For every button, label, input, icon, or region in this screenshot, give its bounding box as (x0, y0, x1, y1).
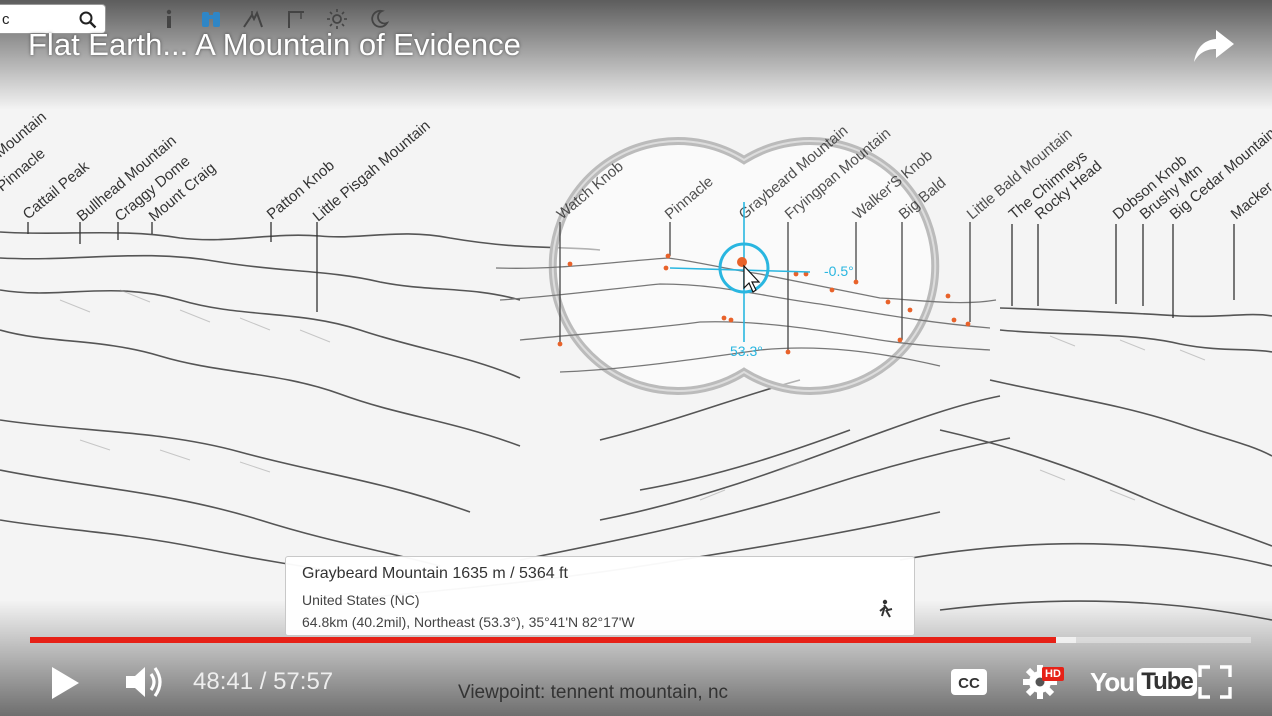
binocular-lens[interactable]: Watch Knob Pinnacle Graybeard Mountain F… (495, 122, 1075, 395)
time-display: 48:41 / 57:57 (193, 668, 333, 696)
time-separator: / (259, 668, 267, 695)
target-marker (737, 257, 747, 267)
fullscreen-icon (1198, 665, 1232, 699)
viewpoint-caption: Viewpoint: tennent mountain, nc (458, 682, 729, 703)
elevation-angle-readout: -0.5° (824, 263, 854, 279)
share-button[interactable] (1190, 24, 1238, 68)
progress-bar[interactable] (30, 637, 1251, 643)
hiker-icon[interactable] (876, 599, 896, 625)
peak-info-card[interactable]: Graybeard Mountain 1635 m / 5364 ft Unit… (285, 556, 915, 636)
azimuth-readout: 53.3° (730, 343, 763, 359)
share-arrow-icon (1194, 30, 1234, 62)
volume-button[interactable] (124, 662, 166, 707)
play-button[interactable] (48, 664, 82, 707)
hd-badge: HD (1042, 667, 1064, 681)
logo-tube: Tube (1137, 668, 1197, 696)
logo-you: You (1090, 666, 1135, 697)
peak-label: Macker (1228, 178, 1272, 223)
captions-button[interactable]: CC (950, 668, 988, 701)
video-player[interactable]: Mountain Pinnacle Cattail Peak Bullhead … (0, 0, 1272, 716)
peak-name: Graybeard Mountain (302, 565, 448, 582)
fullscreen-button[interactable] (1198, 665, 1232, 704)
search-input-value: c (2, 11, 10, 28)
current-time: 48:41 (193, 668, 254, 695)
peak-height: 1635 m / 5364 ft (452, 565, 568, 582)
youtube-logo[interactable]: You Tube (1090, 665, 1197, 699)
left-peak-labels: Mountain Pinnacle Cattail Peak Bullhead … (0, 108, 434, 312)
play-icon (52, 667, 79, 699)
peak-details: 64.8km (40.2mil), Northeast (53.3°), 35°… (302, 614, 635, 630)
svg-text:CC: CC (958, 675, 980, 692)
peak-country: United States (NC) (302, 592, 420, 608)
total-time: 57:57 (273, 668, 334, 695)
video-title[interactable]: Flat Earth... A Mountain of Evidence (28, 27, 521, 63)
played-range (30, 637, 1056, 643)
cc-icon: CC (951, 669, 987, 695)
volume-icon (126, 667, 162, 697)
